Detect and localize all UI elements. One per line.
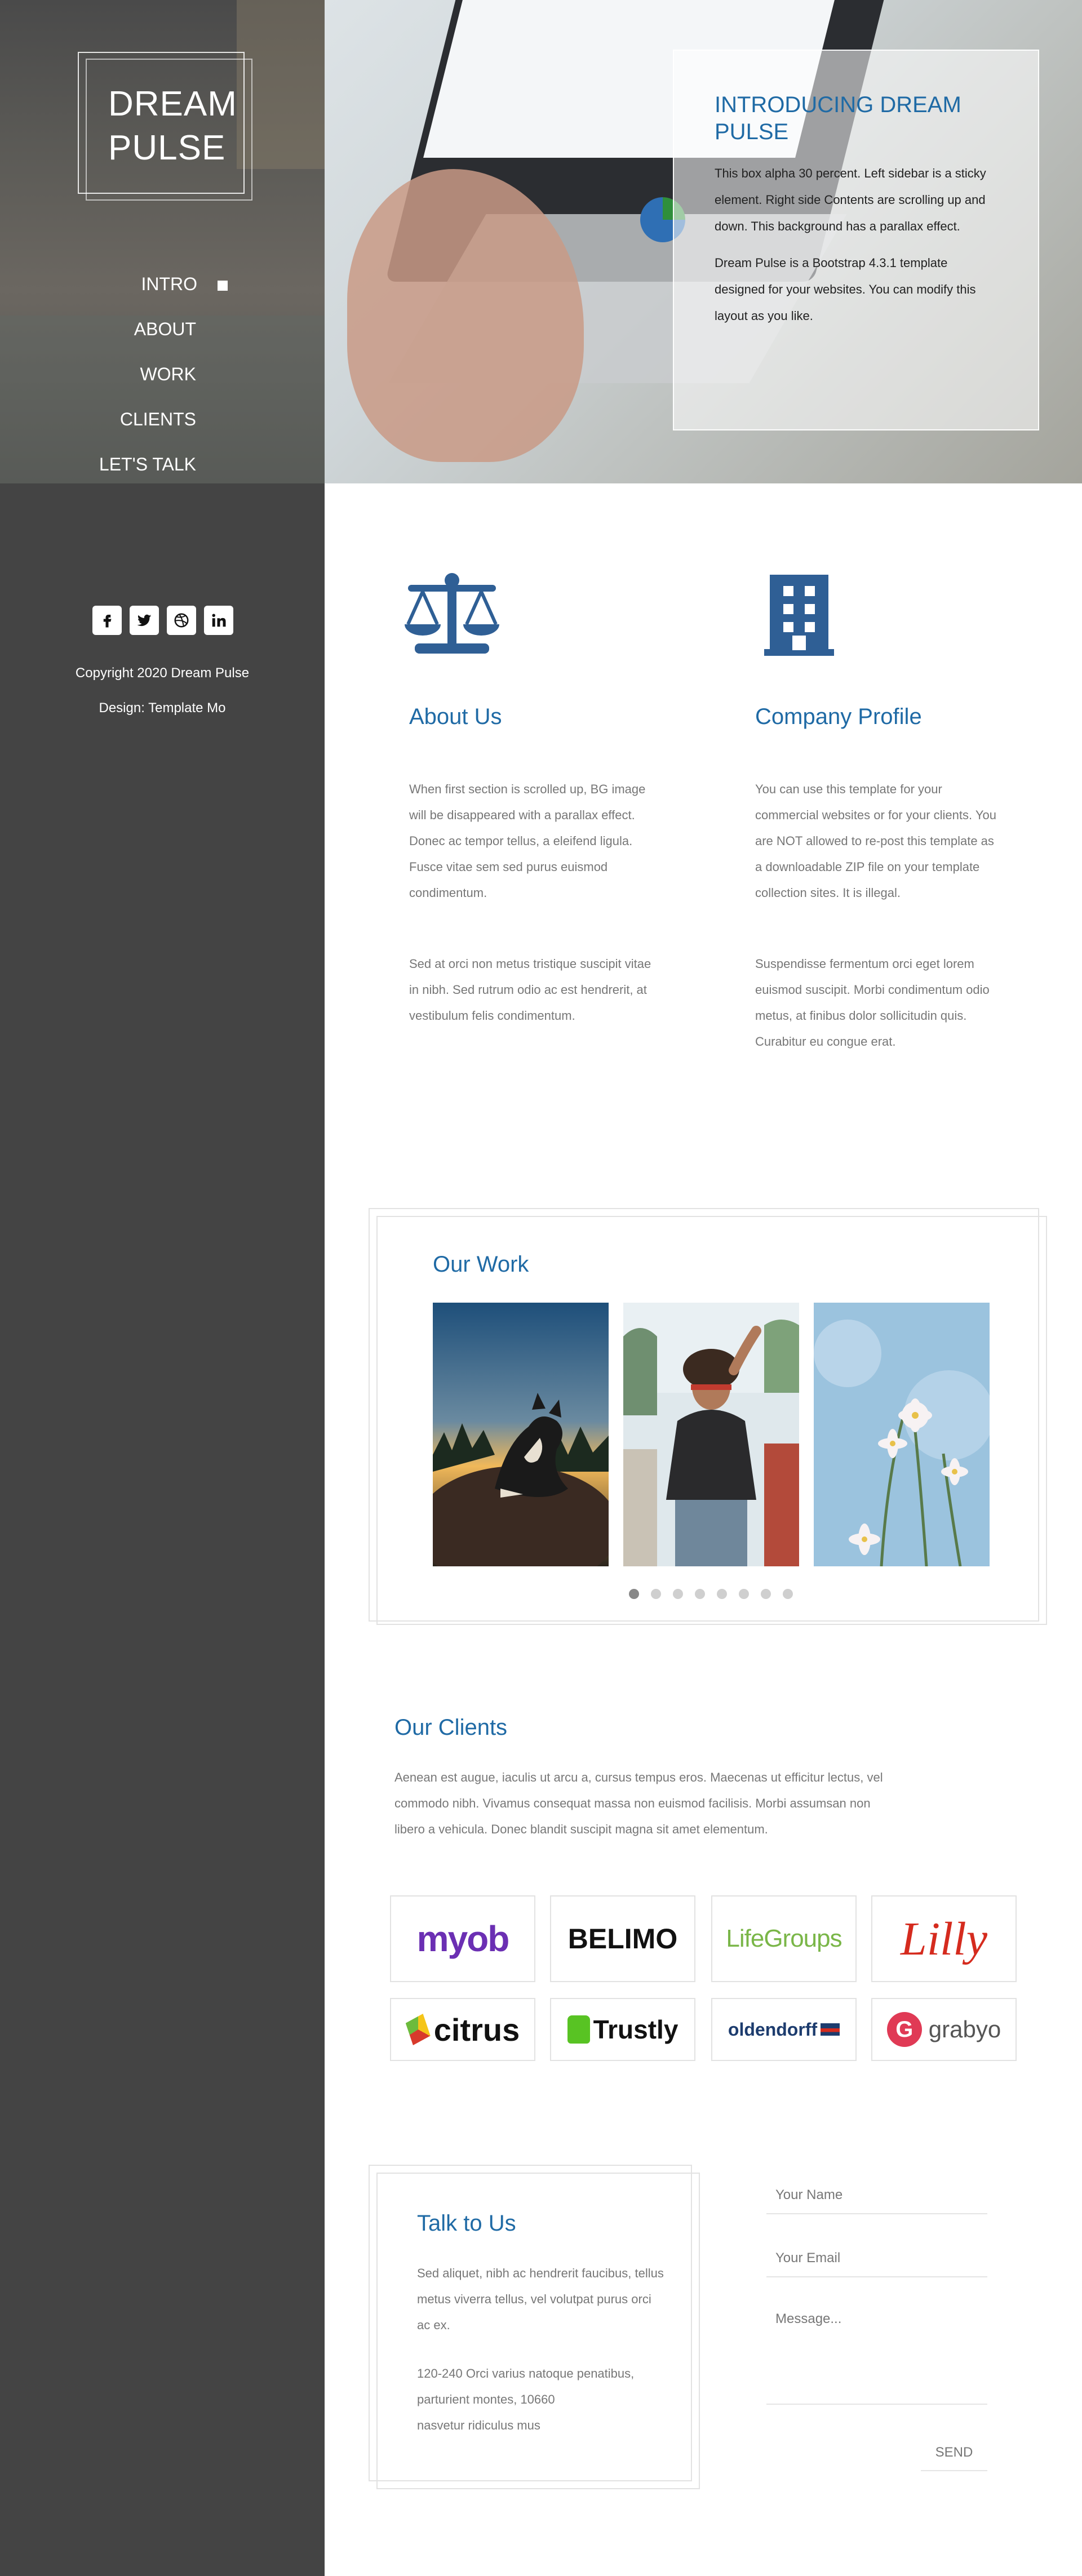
nav-item-about[interactable]: ABOUT [0, 316, 325, 361]
nav-item-label: WORK [140, 364, 196, 384]
carousel-dot[interactable] [629, 1589, 639, 1599]
about-title: About Us [409, 704, 502, 729]
email-field[interactable] [766, 2240, 987, 2277]
client-logo-citrus[interactable]: citrus [390, 1998, 535, 2061]
work-image-flowers[interactable] [814, 1303, 994, 1567]
nav-item-label: INTRO [141, 274, 197, 294]
carousel-dot[interactable] [783, 1589, 793, 1599]
linkedin-icon[interactable] [204, 606, 233, 635]
logo-line-2: PULSE [108, 128, 226, 167]
site-logo[interactable]: DREAM PULSE [78, 52, 252, 201]
contact-paragraph: Sed aliquet, nibh ac hendrerit faucibus,… [417, 2266, 664, 2332]
logo-line-1: DREAM [108, 85, 237, 123]
work-image-dog[interactable] [416, 1303, 619, 1590]
copyright-text: Copyright 2020 Dream Pulse [75, 665, 250, 681]
ship-flag-icon [821, 2023, 840, 2036]
contact-title: Talk to Us [417, 2211, 516, 2236]
work-title: Our Work [433, 1252, 529, 1277]
company-paragraph-1: You can use this template for your comme… [755, 782, 996, 900]
work-image-woman[interactable] [623, 1303, 799, 1566]
hero-title: INTRODUCING DREAM PULSE [715, 92, 961, 144]
active-marker-icon [218, 280, 228, 291]
design-credit: Design: Template Mo [99, 700, 226, 716]
carousel-dot[interactable] [673, 1589, 683, 1599]
carousel-dot[interactable] [739, 1589, 749, 1599]
hero-paragraph-1: This box alpha 30 percent. Left sidebar … [715, 166, 986, 233]
client-logo-belimo[interactable]: BELIMO [550, 1895, 695, 1982]
nav-item-clients[interactable]: CLIENTS [0, 406, 325, 451]
client-logo-myob[interactable]: myob [390, 1895, 535, 1982]
send-button[interactable]: SEND [921, 2435, 987, 2471]
sidebar: DREAM PULSE INTRO ABOUT WORK CLIENTS LET… [0, 0, 325, 2576]
building-icon [764, 575, 834, 659]
grabyo-mark-icon: G [886, 2012, 922, 2047]
client-logo-oldendorff[interactable]: oldendorff [711, 1998, 857, 2061]
clients-title: Our Clients [394, 1715, 508, 1740]
name-field[interactable] [766, 2177, 987, 2214]
carousel-dot[interactable] [695, 1589, 705, 1599]
carousel-dot[interactable] [717, 1589, 727, 1599]
nav-item-label: CLIENTS [119, 409, 196, 429]
client-logo-grabyo[interactable]: G grabyo [871, 1998, 1017, 2061]
intro-box: INTRODUCING DREAM PULSE This box alpha 3… [673, 50, 1039, 430]
lock-icon [567, 2015, 590, 2044]
about-paragraph-1: When first section is scrolled up, BG im… [409, 782, 646, 900]
social-links [92, 606, 233, 635]
client-logo-trustly[interactable]: Trustly [550, 1998, 695, 2061]
citrus-mark-icon [405, 2014, 431, 2045]
company-profile-title: Company Profile [755, 704, 922, 729]
contact-address-line-2: parturient montes, 10660 [417, 2392, 555, 2406]
nav-item-label: ABOUT [134, 319, 196, 339]
facebook-icon[interactable] [92, 606, 122, 635]
carousel-dot[interactable] [761, 1589, 771, 1599]
client-logo-lifegroups[interactable]: LifeGroups [711, 1895, 857, 1982]
nav-item-label: LET'S TALK [99, 454, 196, 474]
main-nav: INTRO ABOUT WORK CLIENTS LET'S TALK [0, 270, 325, 496]
nav-item-lets-talk[interactable]: LET'S TALK [0, 451, 325, 496]
company-paragraph-2: Suspendisse fermentum orci eget lorem eu… [755, 957, 990, 1049]
scale-icon [402, 572, 502, 659]
hero-paragraph-2: Dream Pulse is a Bootstrap 4.3.1 templat… [715, 256, 976, 323]
client-logo-lilly[interactable]: Lilly [871, 1895, 1017, 1982]
nav-item-intro[interactable]: INTRO [0, 270, 325, 316]
contact-address-line-3: nasvetur ridiculus mus [417, 2418, 540, 2432]
message-field[interactable] [766, 2303, 987, 2405]
clients-paragraph: Aenean est augue, iaculis ut arcu a, cur… [394, 1770, 883, 1836]
carousel-dots [629, 1589, 793, 1599]
contact-address-line-1: 120-240 Orci varius natoque penatibus, [417, 2366, 635, 2380]
about-paragraph-2: Sed at orci non metus tristique suscipit… [409, 957, 651, 1023]
carousel-dot[interactable] [651, 1589, 661, 1599]
dribbble-icon[interactable] [167, 606, 196, 635]
twitter-icon[interactable] [130, 606, 159, 635]
hero-section: INTRODUCING DREAM PULSE This box alpha 3… [325, 0, 1082, 483]
nav-item-work[interactable]: WORK [0, 361, 325, 406]
